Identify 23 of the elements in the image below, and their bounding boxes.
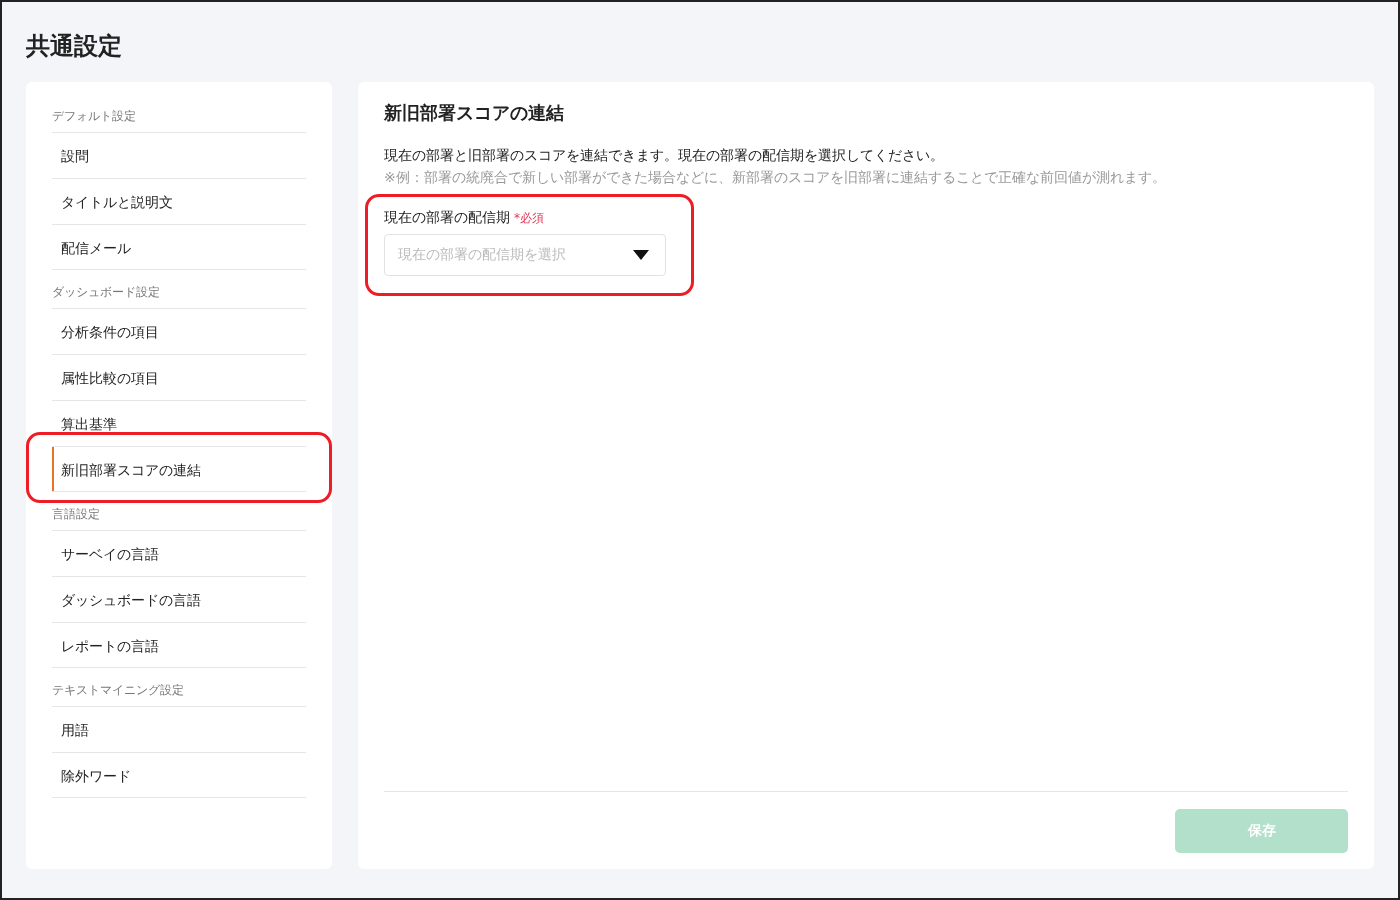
sidebar-item[interactable]: サーベイの言語 [52,530,306,576]
note-text: ※例：部署の統廃合で新しい部署ができた場合などに、新部署のスコアを旧部署に連結することで正確な前回値が測れます。 [384,168,1167,187]
field-label: 現在の部署の配信期 [384,208,510,226]
sidebar-item[interactable]: 属性比較の項目 [52,354,306,400]
sidebar-item[interactable]: ダッシュボードの言語 [52,576,306,622]
caret-icon [633,250,649,260]
sidebar-item[interactable]: 分析条件の項目 [52,308,306,354]
sidebar-item[interactable]: 算出基準 [52,400,306,446]
sidebar-item[interactable]: 除外ワード [52,752,306,798]
section-heading: 言語設定 [52,506,101,523]
description-text: 現在の部署と旧部署のスコアを連結できます。現在の部署の配信期を選択してください。 [384,146,945,165]
section-heading: デフォルト設定 [52,108,137,125]
sidebar-item[interactable]: レポートの言語 [52,622,306,668]
sidebar-item[interactable]: 用語 [52,706,306,752]
sidebar-item[interactable]: 新旧部署スコアの連結 [52,446,306,492]
sidebar-item[interactable]: 設問 [52,132,306,178]
section-heading: テキストマイニング設定 [52,682,185,699]
sidebar-item[interactable]: 配信メール [52,224,306,270]
sidebar-item[interactable]: タイトルと説明文 [52,178,306,224]
section-title: 新旧部署スコアの連結 [384,101,565,125]
section-heading: ダッシュボード設定 [52,284,161,301]
page-title: 共通設定 [26,31,123,62]
required-mark: *必須 [514,210,544,227]
